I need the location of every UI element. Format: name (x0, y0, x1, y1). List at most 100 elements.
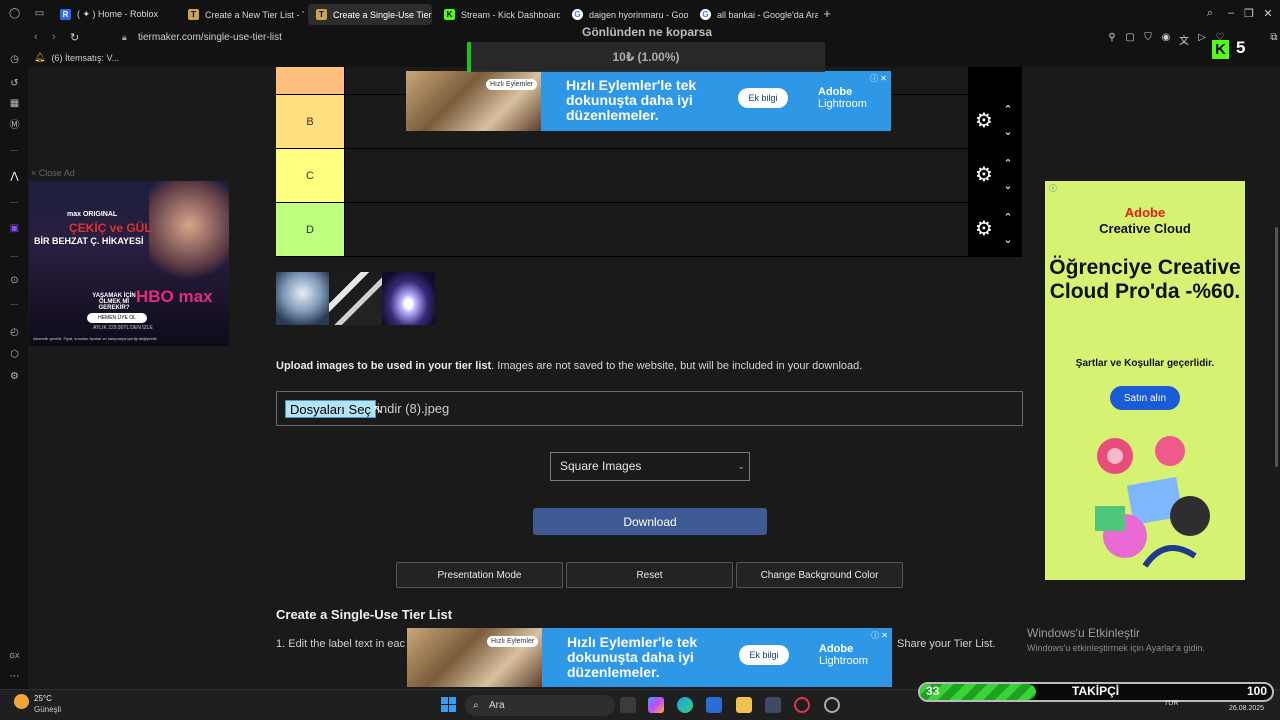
ad-cta-button[interactable]: Ek bilgi (739, 645, 789, 665)
tier-image-2[interactable] (329, 272, 382, 325)
close-ad-link[interactable]: × Close Ad (31, 168, 75, 178)
sidebar-divider (10, 304, 18, 305)
ad-info-icon[interactable]: ⓘ ✕ (871, 630, 888, 641)
back-icon[interactable]: ‹ (34, 31, 38, 43)
app-icon[interactable] (765, 697, 781, 713)
sidebar-settings-icon[interactable]: ⚙ (9, 371, 20, 382)
task-view-icon[interactable] (620, 697, 636, 713)
tab-kick-dashboard[interactable]: K Stream - Kick Dashboard (436, 4, 560, 25)
tab-roblox[interactable]: R ( ✦ ) Home - Roblox (52, 4, 178, 25)
ad-brand: Adobe (1124, 205, 1166, 220)
lightroom-ad-top[interactable]: Hızlı Eylemler Hızlı Eylemler'le tek dok… (406, 71, 891, 131)
sidebar-extensions-icon[interactable]: ⬡ (9, 349, 20, 360)
hbo-max-ad[interactable]: max ORIGINAL ÇEKİÇ ve GÜL BİR BEHZAT Ç. … (29, 181, 229, 346)
follower-goal: 100 (1247, 684, 1268, 698)
url-field[interactable]: tiermaker.com/single-use-tier-list (138, 32, 282, 43)
tab-new-tier-list[interactable]: T Create a New Tier List - T (180, 4, 304, 25)
reload-icon[interactable]: ↻ (70, 31, 79, 44)
windows-start-icon[interactable] (441, 697, 456, 712)
change-background-color-button[interactable]: Change Background Color (736, 562, 903, 588)
chevron-down-icon[interactable]: ⌄ (1001, 181, 1015, 192)
upload-instructions-bold: Upload images to be used in your tier li… (276, 360, 492, 372)
store-icon[interactable] (706, 697, 722, 713)
ad-title: BİR BEHZAT Ç. HİKAYESİ (34, 236, 144, 246)
tier-label[interactable]: B (276, 95, 344, 148)
lightroom-ad-bottom[interactable]: Hızlı Eylemler Hızlı Eylemler'le tek dok… (407, 628, 892, 687)
gear-icon[interactable]: ⚙ (973, 218, 995, 240)
sidebar-gallery-icon[interactable]: ▦ (9, 98, 20, 109)
tier-label[interactable] (276, 67, 344, 94)
maximize-icon[interactable]: ❐ (1242, 7, 1256, 20)
choose-files-button[interactable]: Dosyaları Seç (285, 400, 376, 418)
tab-google-bankai[interactable]: G all bankai - Google'da Ara (692, 4, 818, 25)
sidebar-gx-icon[interactable]: GX (9, 651, 20, 662)
presentation-mode-button[interactable]: Presentation Mode (396, 562, 563, 588)
tier-image-3[interactable] (382, 272, 435, 325)
shield-icon[interactable]: ⛉ (1142, 32, 1154, 43)
sidebar-speed-dial-icon[interactable]: ◷ (9, 54, 20, 65)
tier-items[interactable] (344, 203, 968, 256)
language-indicator[interactable]: TUR (1164, 700, 1178, 707)
tier-label[interactable]: C (276, 149, 344, 202)
file-explorer-icon[interactable] (736, 697, 752, 713)
sidebar-m-icon[interactable]: Ⓜ (9, 120, 20, 131)
search-tabs-icon[interactable]: ⌕ (1203, 7, 1217, 20)
tab-menu-icon[interactable]: ▭ (34, 8, 45, 19)
app2-icon[interactable] (824, 697, 840, 713)
ad-info-icon[interactable]: ⓘ ✕ (870, 73, 887, 84)
bookmark-itemsatis[interactable]: 🔔︎ (6) İtemsatış: V... (34, 52, 119, 63)
google-icon: G (700, 9, 711, 20)
tier-image-1[interactable] (276, 272, 329, 325)
chevron-down-icon[interactable]: ⌄ (1001, 127, 1015, 138)
taskbar-search[interactable]: ⌕ Ara (465, 695, 615, 716)
tiermaker-icon: T (316, 9, 327, 20)
snapshot-icon[interactable]: ▢ (1124, 32, 1136, 43)
sidebar-kick-icon[interactable]: ⋀ (9, 171, 20, 182)
adobe-creative-cloud-ad[interactable]: ⓘ Adobe Creative Cloud Öğrenciye Creativ… (1045, 181, 1245, 580)
taskbar-date[interactable]: 26.08.2025 (1229, 705, 1264, 712)
mouse-cursor-icon: ↖ (373, 402, 384, 416)
opera-gx-icon[interactable]: ◯ (9, 8, 20, 19)
chevron-down-icon[interactable]: ⌄ (1001, 235, 1015, 246)
sidebar-refresh-icon[interactable]: ↺ (9, 78, 20, 89)
sidebar-more-icon[interactable]: ⋯ (9, 671, 20, 682)
tab-google-daigen[interactable]: G daigen hyorinmaru - Goo (564, 4, 688, 25)
edge-icon[interactable] (677, 697, 693, 713)
translate-icon[interactable]: 文 (1178, 32, 1190, 47)
gear-icon[interactable]: ⚙ (973, 164, 995, 186)
reset-button[interactable]: Reset (566, 562, 733, 588)
sidebar-player-icon[interactable]: ⊙ (9, 275, 20, 286)
pin-icon[interactable]: ⚲ (1106, 32, 1118, 43)
tier-items[interactable] (344, 149, 968, 202)
file-input[interactable]: Dosyaları Seç indir (8).jpeg ↖ (276, 391, 1023, 426)
gear-icon[interactable]: ⚙ (973, 110, 995, 132)
ad-flower-art (1095, 436, 1210, 568)
sidebar-twitch-icon[interactable]: ▣ (9, 223, 20, 234)
new-tab-plus-icon[interactable]: + (820, 7, 834, 21)
download-button[interactable]: Download (533, 508, 767, 535)
chevron-up-icon[interactable]: ⌃ (1001, 159, 1015, 170)
page-scrollbar[interactable] (1273, 67, 1280, 689)
player-icon[interactable]: ▷ (1196, 32, 1208, 43)
extension-icon[interactable]: ⧉ (1268, 32, 1280, 43)
chevron-up-icon[interactable]: ⌃ (1001, 213, 1015, 224)
file-name-text: indir (8).jpeg (377, 401, 450, 416)
ad-chip: Hızlı Eylemler (487, 636, 539, 647)
forward-icon[interactable]: › (52, 31, 56, 43)
ad-join-button[interactable]: HEMEN ÜYE OL (87, 313, 147, 323)
close-window-icon[interactable]: ✕ (1261, 7, 1275, 20)
ad-info-icon[interactable]: ⓘ (1049, 183, 1057, 194)
image-shape-select[interactable]: Square Images ⌄ (550, 452, 750, 481)
tier-label[interactable]: D (276, 203, 344, 256)
tab-single-use-tier[interactable]: T Create a Single-Use Tier (308, 4, 432, 25)
sidebar-history-icon[interactable]: ◴ (9, 327, 20, 338)
copilot-icon[interactable] (648, 697, 664, 713)
minimize-icon[interactable]: – (1224, 7, 1238, 19)
scrollbar-thumb[interactable] (1275, 227, 1278, 467)
buy-button[interactable]: Satın alın (1110, 386, 1180, 410)
opera-gx-icon[interactable] (794, 697, 810, 713)
vpn-icon[interactable]: ◉ (1160, 32, 1172, 43)
chevron-up-icon[interactable]: ⌃ (1001, 105, 1015, 116)
weather-sun-icon[interactable] (14, 694, 29, 709)
ad-cta-button[interactable]: Ek bilgi (738, 88, 788, 108)
